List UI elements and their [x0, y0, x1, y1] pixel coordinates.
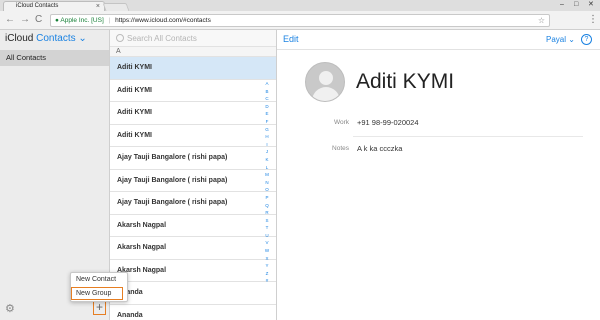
url-input[interactable]: ● Apple Inc. [US] | https://www.icloud.c… — [50, 14, 550, 27]
browser-tabstrip: iCloud Contacts × – □ ✕ — [0, 0, 600, 11]
brand-label: iCloud — [5, 33, 34, 44]
contacts-list: Search All Contacts A Aditi KYMI Aditi KY… — [110, 30, 277, 320]
index-letter[interactable]: W — [262, 247, 272, 255]
index-letter[interactable]: X — [262, 255, 272, 263]
contact-list-item[interactable]: Aditi KYMI — [110, 102, 276, 125]
contacts-app: iCloud Contacts ⌄ All Contacts ⚙ + Searc… — [0, 30, 600, 320]
chevron-down-icon: ⌄ — [568, 35, 575, 44]
new-group-menu-item[interactable]: New Group — [71, 287, 123, 300]
tab-title: iCloud Contacts — [16, 3, 59, 9]
search-input[interactable]: Search All Contacts — [110, 30, 276, 47]
notes-label: Notes — [332, 145, 349, 152]
index-letter[interactable]: L — [262, 164, 272, 172]
index-letter[interactable]: M — [262, 171, 272, 179]
index-letter[interactable]: F — [262, 118, 272, 126]
forward-icon[interactable]: → — [20, 13, 30, 27]
account-menu[interactable]: Payal ⌄ — [546, 33, 575, 46]
sidebar-item-all-contacts[interactable]: All Contacts — [0, 50, 109, 66]
work-value: +91 98-99-020024 — [357, 118, 419, 127]
contact-list-item[interactable]: Aditi KYMI — [110, 79, 276, 102]
chevron-down-icon: ⌄ — [78, 33, 87, 44]
search-icon — [116, 34, 124, 42]
index-letter[interactable]: P — [262, 194, 272, 202]
secure-label: Apple Inc. [US] — [60, 17, 104, 24]
browser-menu-icon[interactable]: ⋮ — [588, 13, 598, 27]
help-icon[interactable]: ? — [581, 34, 592, 45]
edit-button[interactable]: Edit — [283, 33, 299, 46]
plus-icon: + — [95, 300, 103, 314]
work-label: Work — [333, 119, 349, 126]
section-header: A — [110, 47, 276, 57]
index-letter[interactable]: I — [262, 141, 272, 149]
add-menu-popover: New Contact New Group — [70, 272, 128, 302]
url-separator: | — [108, 17, 111, 24]
contact-detail: Edit Payal ⌄ ? Aditi KYMI Work +91 98-99… — [277, 30, 600, 320]
index-letter[interactable]: # — [262, 277, 272, 285]
index-letter[interactable]: Q — [262, 202, 272, 210]
contact-list-item[interactable]: Ajay Tauji Bangalore ( rishi papa) — [110, 169, 276, 192]
maximize-icon[interactable]: □ — [574, 0, 578, 10]
index-letter[interactable]: E — [262, 110, 272, 118]
index-letter[interactable]: S — [262, 217, 272, 225]
index-letter[interactable]: A — [262, 80, 272, 88]
contact-name: Aditi KYMI — [356, 70, 455, 93]
browser-tab[interactable]: iCloud Contacts × — [3, 1, 105, 11]
avatar-head — [319, 71, 333, 85]
index-letter[interactable]: V — [262, 239, 272, 247]
address-bar: ← → C ● Apple Inc. [US] | https://www.ic… — [0, 11, 600, 30]
index-letter[interactable]: U — [262, 232, 272, 240]
index-letter[interactable]: O — [262, 186, 272, 194]
notes-value: A k ka ccczka — [357, 144, 403, 153]
avatar-body — [312, 87, 340, 101]
contact-list-item[interactable]: Ananda — [110, 282, 276, 305]
alphabet-index[interactable]: A B C D E F G H I J K L M N O P Q R S T U V W X Y Z # — [262, 80, 272, 285]
search-placeholder: Search All Contacts — [127, 34, 197, 43]
field-divider — [353, 136, 583, 137]
contact-list-item[interactable]: Ananda — [110, 304, 276, 320]
app-switcher[interactable]: Contacts ⌄ — [36, 33, 87, 44]
contact-list-item[interactable]: Ajay Tauji Bangalore ( rishi papa) — [110, 147, 276, 170]
index-letter[interactable]: N — [262, 179, 272, 187]
contact-list-item[interactable]: Aditi KYMI — [110, 57, 276, 80]
index-letter[interactable]: D — [262, 103, 272, 111]
index-letter[interactable]: H — [262, 133, 272, 141]
add-button[interactable]: + — [93, 301, 106, 315]
detail-header: Edit Payal ⌄ ? — [277, 30, 600, 50]
index-letter[interactable]: T — [262, 224, 272, 232]
new-tab-button[interactable] — [102, 3, 130, 11]
window-close-icon[interactable]: ✕ — [588, 0, 594, 10]
contact-list-item[interactable]: Ajay Tauji Bangalore ( rishi papa) — [110, 192, 276, 215]
lock-icon: ● — [55, 17, 59, 24]
contact-list-item[interactable]: Aditi KYMI — [110, 124, 276, 147]
index-letter[interactable]: G — [262, 126, 272, 134]
avatar — [305, 62, 345, 102]
index-letter[interactable]: C — [262, 95, 272, 103]
bookmark-star-icon[interactable]: ☆ — [538, 15, 545, 27]
index-letter[interactable]: J — [262, 148, 272, 156]
index-letter[interactable]: R — [262, 209, 272, 217]
reload-icon[interactable]: C — [35, 13, 42, 27]
url-text: https://www.icloud.com/#contacts — [115, 17, 211, 24]
index-letter[interactable]: Z — [262, 270, 272, 278]
contact-list-item[interactable]: Akarsh Nagpal — [110, 214, 276, 237]
contact-list-item[interactable]: Akarsh Nagpal — [110, 259, 276, 282]
app-header: iCloud Contacts ⌄ — [0, 30, 109, 47]
contact-list-item[interactable]: Akarsh Nagpal — [110, 237, 276, 260]
close-tab-icon[interactable]: × — [96, 2, 100, 11]
minimize-icon[interactable]: – — [560, 0, 564, 10]
index-letter[interactable]: Y — [262, 262, 272, 270]
new-contact-menu-item[interactable]: New Contact — [71, 273, 127, 286]
gear-icon[interactable]: ⚙ — [5, 303, 15, 315]
index-letter[interactable]: K — [262, 156, 272, 164]
back-icon[interactable]: ← — [5, 13, 15, 27]
index-letter[interactable]: B — [262, 88, 272, 96]
